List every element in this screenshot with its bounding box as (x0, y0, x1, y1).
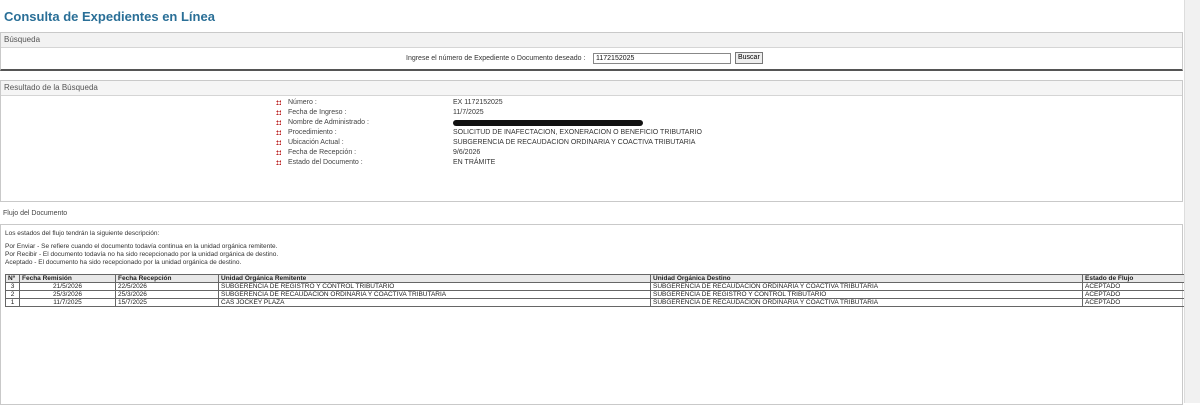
page-title: Consulta de Expedientes en Línea (4, 9, 215, 24)
bullet-icon (276, 110, 281, 115)
cell-unidad-destino: SUBGERENCIA DE RECAUDACION ORDINARIA Y C… (650, 282, 1083, 291)
field-label: Estado del Documento : (288, 159, 363, 166)
field-value: 11/7/2025 (453, 109, 484, 116)
search-label: Ingrese el número de Expediente o Docume… (406, 55, 586, 62)
field-ubicacion-actual: Ubicación Actual : SUBGERENCIA DE RECAUD… (1, 138, 1182, 148)
flow-section-title: Flujo del Documento (3, 210, 68, 217)
col-header-unidad-remitente: Unidad Orgánica Remitente (218, 274, 651, 283)
field-value: EX 1172152025 (453, 99, 503, 106)
field-label: Fecha de Ingreso : (288, 109, 347, 116)
flow-panel: Los estados del flujo tendrán la siguien… (0, 224, 1192, 405)
cell-unidad-destino: SUBGERENCIA DE REGISTRO Y CONTROL TRIBUT… (650, 290, 1083, 299)
search-section-title: Búsqueda (1, 33, 1182, 48)
bullet-icon (276, 160, 281, 165)
table-row: 3 21/5/2026 22/5/2026 SUBGERENCIA DE REG… (5, 282, 1192, 291)
field-value: EN TRÁMITE (453, 159, 496, 166)
col-header-estado-flujo: Estado de Flujo (1082, 274, 1192, 283)
bullet-icon (276, 140, 281, 145)
flow-desc-aceptado: Aceptado - El documento ha sido recepcio… (5, 259, 242, 266)
field-fecha-ingreso: Fecha de Ingreso : 11/7/2025 (1, 108, 1182, 118)
cell-estado-flujo: ACEPTADO (1082, 290, 1192, 299)
flow-desc-por-recibir: Por Recibir - El documento todavía no ha… (5, 251, 279, 258)
table-row: 2 25/3/2026 25/3/2026 SUBGERENCIA DE REC… (5, 290, 1192, 299)
search-button[interactable]: Buscar (735, 52, 763, 64)
cell-unidad-destino: SUBGERENCIA DE RECAUDACION ORDINARIA Y C… (650, 298, 1083, 307)
field-estado-documento: Estado del Documento : EN TRÁMITE (1, 158, 1182, 168)
cell-numero: 3 (5, 282, 20, 291)
cell-fecha-recepcion: 25/3/2026 (115, 290, 219, 299)
cell-estado-flujo: ACEPTADO (1082, 282, 1192, 291)
flow-desc-por-enviar: Por Enviar - Se refiere cuando el docume… (5, 243, 278, 250)
redacted-value (453, 120, 643, 126)
field-label: Fecha de Recepción : (288, 149, 357, 156)
expediente-search-input[interactable] (593, 53, 731, 64)
cell-numero: 2 (5, 290, 20, 299)
field-procedimiento: Procedimiento : SOLICITUD DE INAFECTACIO… (1, 128, 1182, 138)
field-fecha-recepcion: Fecha de Recepción : 9/6/2026 (1, 148, 1182, 158)
flow-table: Nº Fecha Remisión Fecha Recepción Unidad… (5, 274, 1192, 307)
field-numero: Número : EX 1172152025 (1, 98, 1182, 108)
table-row: 1 11/7/2025 15/7/2025 CAS JOCKEY PLAZA S… (5, 298, 1192, 307)
cell-unidad-remitente: CAS JOCKEY PLAZA (218, 298, 651, 307)
field-value: 9/6/2026 (453, 149, 481, 156)
search-row: Ingrese el número de Expediente o Docume… (1, 52, 1182, 66)
bullet-icon (276, 100, 281, 105)
cell-estado-flujo: ACEPTADO (1082, 298, 1192, 307)
field-label: Ubicación Actual : (288, 139, 344, 146)
vertical-scrollbar[interactable] (1184, 0, 1200, 403)
col-header-unidad-destino: Unidad Orgánica Destino (650, 274, 1083, 283)
bullet-icon (276, 120, 281, 125)
col-header-numero: Nº (5, 274, 20, 283)
bullet-icon (276, 150, 281, 155)
search-panel: Búsqueda Ingrese el número de Expediente… (0, 32, 1183, 71)
field-label: Número : (288, 99, 317, 106)
cell-numero: 1 (5, 298, 20, 307)
field-nombre-administrado: Nombre de Administrado : (1, 118, 1182, 128)
col-header-fecha-remision: Fecha Remisión (19, 274, 116, 283)
field-value: SOLICITUD DE INAFECTACION, EXONERACION O… (453, 129, 702, 136)
cell-unidad-remitente: SUBGERENCIA DE RECAUDACION ORDINARIA Y C… (218, 290, 651, 299)
bullet-icon (276, 130, 281, 135)
field-value: SUBGERENCIA DE RECAUDACION ORDINARIA Y C… (453, 139, 696, 146)
col-header-fecha-recepcion: Fecha Recepción (115, 274, 219, 283)
cell-fecha-remision: 11/7/2025 (19, 298, 116, 307)
table-header-row: Nº Fecha Remisión Fecha Recepción Unidad… (5, 274, 1192, 283)
cell-fecha-remision: 25/3/2026 (19, 290, 116, 299)
cell-fecha-recepcion: 22/5/2026 (115, 282, 219, 291)
field-label: Procedimiento : (288, 129, 337, 136)
cell-fecha-recepcion: 15/7/2025 (115, 298, 219, 307)
result-panel: Resultado de la Búsqueda Número : EX 117… (0, 80, 1183, 202)
cell-unidad-remitente: SUBGERENCIA DE REGISTRO Y CONTROL TRIBUT… (218, 282, 651, 291)
cell-fecha-remision: 21/5/2026 (19, 282, 116, 291)
field-label: Nombre de Administrado : (288, 119, 369, 126)
flow-intro: Los estados del flujo tendrán la siguien… (5, 230, 160, 237)
result-section-title: Resultado de la Búsqueda (1, 81, 1182, 96)
